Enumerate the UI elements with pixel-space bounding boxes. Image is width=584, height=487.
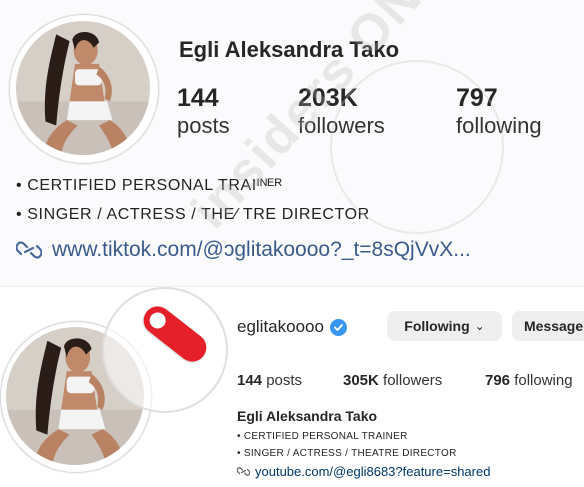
following-button[interactable]: Following ⌄	[387, 311, 502, 341]
message-button-label: Message	[524, 318, 584, 334]
posts-label: posts	[266, 372, 303, 389]
bio-line: • SINGER / ACTRESS / THE∕ TRE DIRECTOR	[16, 206, 370, 223]
chevron-down-icon: ⌄	[474, 319, 485, 333]
profile-photo-image	[16, 21, 150, 155]
bottom-profile-screenshot: eglitakoooo Following ⌄ Message 144 post…	[0, 286, 584, 487]
username-text: eglitakoooo	[237, 317, 324, 336]
following-label: following	[456, 113, 542, 138]
bio-line: • SINGER / ACTRESS / THEATRE DIRECTOR	[237, 448, 457, 459]
magnifier-overlay	[102, 287, 228, 413]
followers-label: followers	[383, 372, 443, 389]
followers-stat[interactable]: 203K followers	[298, 84, 385, 140]
following-button-label: Following	[404, 318, 470, 334]
profile-link-text: www.tiktok.com/@ɔglitakoooo?_t=8sQjVvX..…	[52, 238, 471, 261]
bio-line: • CERTIFIED PERSONAL TRAIᴵᴺᴱᴿ	[16, 177, 283, 194]
posts-label: posts	[177, 113, 230, 138]
posts-stat[interactable]: 144 posts	[177, 84, 230, 140]
following-count: 797	[456, 84, 498, 112]
bio-line: • CERTIFIED PERSONAL TRAINER	[237, 431, 408, 442]
profile-link[interactable]: youtube.com/@egli8683?feature=shared	[237, 464, 490, 479]
following-stat[interactable]: 797 following	[456, 84, 542, 140]
followers-label: followers	[298, 113, 385, 138]
link-icon	[237, 467, 250, 476]
verified-badge-icon	[329, 318, 347, 336]
followers-count: 305K	[343, 372, 379, 389]
posts-stat[interactable]: 144 posts	[237, 372, 302, 389]
top-profile-screenshot: Egli Aleksandra Tako 144 posts 203K foll…	[0, 0, 584, 286]
following-stat[interactable]: 796 following	[485, 372, 573, 389]
posts-count: 144	[177, 84, 219, 112]
posts-count: 144	[237, 372, 263, 389]
avatar[interactable]	[16, 21, 150, 155]
message-button[interactable]: Message	[512, 311, 584, 341]
following-count: 796	[485, 372, 511, 389]
profile-link[interactable]: www.tiktok.com/@ɔglitakoooo?_t=8sQjVvX..…	[16, 238, 471, 262]
profile-name: Egli Aleksandra Tako	[179, 37, 400, 62]
link-icon	[16, 241, 42, 259]
following-label: following	[514, 372, 573, 389]
followers-count: 203K	[298, 84, 358, 112]
profile-name: Egli Aleksandra Tako	[237, 408, 378, 424]
followers-stat[interactable]: 305K followers	[343, 372, 442, 389]
profile-link-text: youtube.com/@egli8683?feature=shared	[255, 464, 491, 479]
username: eglitakoooo	[237, 317, 347, 337]
